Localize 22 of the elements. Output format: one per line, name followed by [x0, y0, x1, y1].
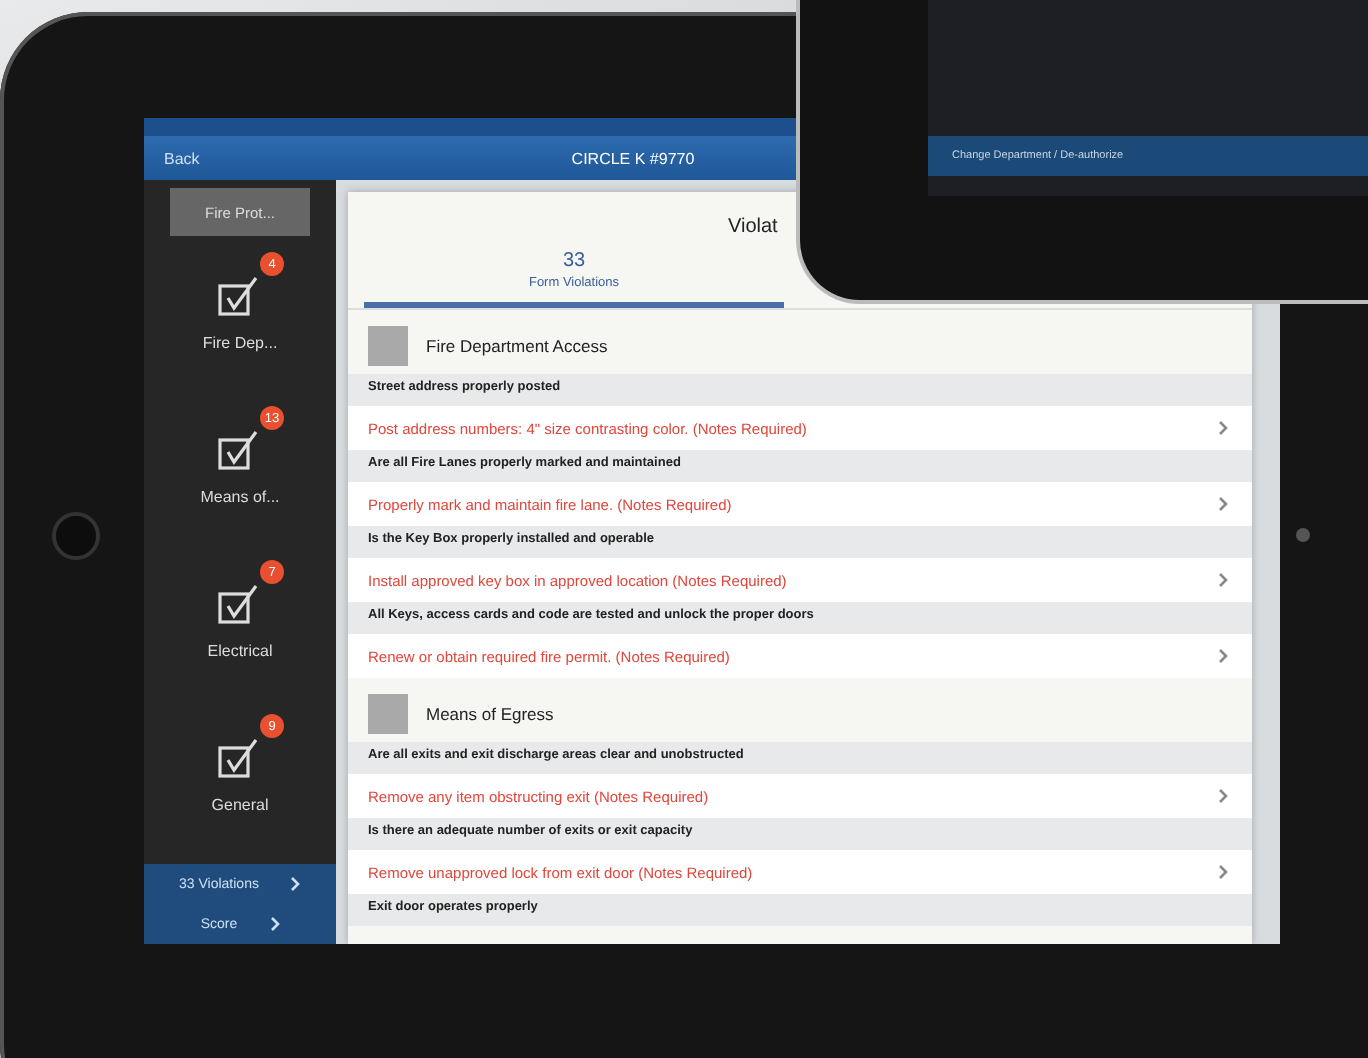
back-link[interactable]: Back — [164, 149, 200, 167]
nav-title: CIRCLE K #9770 — [571, 149, 695, 167]
section-title: Means of Egress — [426, 704, 554, 724]
category-label[interactable]: Electrical — [207, 642, 273, 660]
chevron-icon — [1218, 420, 1228, 436]
section-icon — [368, 694, 408, 734]
chevron-icon — [1218, 864, 1228, 880]
chevron-icon — [1218, 788, 1228, 804]
category-label[interactable]: Fire Dep... — [202, 334, 278, 352]
chevron-icon — [290, 876, 301, 892]
tab-count: 33 — [560, 250, 588, 272]
category-label[interactable]: Means of... — [200, 488, 280, 506]
card-title: Violat — [728, 216, 778, 238]
chevron-icon — [1218, 572, 1228, 588]
chevron-icon — [269, 916, 280, 932]
section-title: Fire Department Access — [426, 336, 608, 356]
chevron-icon — [1218, 496, 1228, 512]
category-label[interactable]: General — [211, 796, 269, 814]
camera-dot — [1296, 528, 1310, 542]
home-button[interactable] — [52, 512, 100, 560]
chevron-icon — [1218, 648, 1228, 664]
section-icon — [368, 326, 408, 366]
